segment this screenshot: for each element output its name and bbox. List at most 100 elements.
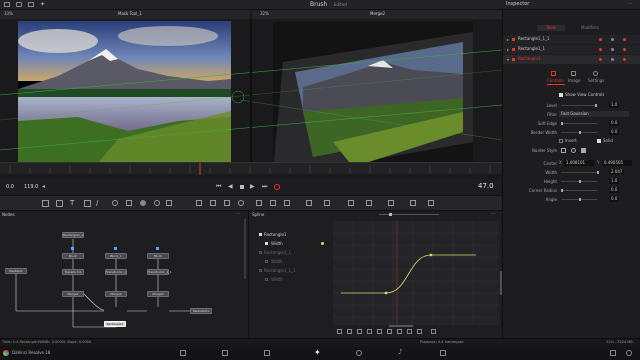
spline-linear-icon[interactable] [347,329,352,334]
ellipse-tool-icon[interactable] [238,200,244,206]
light-tool-icon[interactable] [410,200,416,206]
level-value[interactable]: 1.0 [609,102,620,108]
particle-tool-icon[interactable] [112,200,118,206]
tree-item-width-3[interactable]: Width [271,278,283,282]
width-value[interactable]: 2.047 [609,169,625,175]
tool-item-lock-dot[interactable] [623,58,626,61]
pen-tool-icon[interactable]: / [96,199,103,207]
subtab-controls[interactable]: Controls [547,79,564,83]
image-tab-icon[interactable] [571,71,576,76]
checkbox-width-2[interactable] [265,260,268,263]
border-width-slider[interactable] [561,131,597,134]
media-pool-icon[interactable] [4,2,10,7]
mask-tool-icon[interactable] [210,200,216,206]
checkbox-width[interactable] [265,242,268,245]
curves-tool-icon[interactable] [166,200,172,206]
height-value[interactable]: 1.0 [609,178,620,184]
tree-item-width-2[interactable]: Width [271,260,283,264]
spline-h-scrollbar[interactable] [389,325,413,327]
level-slider[interactable] [561,104,597,107]
tool-item-lock-dot[interactable] [623,38,626,41]
expand-arrow-icon[interactable]: ▸ [507,37,509,42]
filter-dropdown[interactable]: Fast Gaussian [559,111,629,117]
tree-item-rectangle1-1-1[interactable]: Rectangle1_1_1 [264,269,296,273]
tab-modifiers[interactable]: Modifiers [581,25,599,31]
clips-icon[interactable] [28,2,34,7]
spline-set-key-icon[interactable] [397,329,402,334]
tab-tools[interactable]: Tools [537,25,565,31]
spline-fit-icon[interactable] [387,329,392,334]
width-slider[interactable] [561,171,599,174]
border-width-value[interactable]: 0.0 [609,129,620,135]
color-page-icon[interactable] [356,350,362,356]
go-to-start-icon[interactable]: ⏮ [216,184,222,190]
settings-tab-icon[interactable] [593,71,598,76]
tool-item-color-dot[interactable] [599,38,602,41]
tool-item-color-dot[interactable] [599,48,602,51]
soft-edge-value[interactable]: 0.0 [609,120,620,126]
frame-start-field[interactable]: 0.0 [6,185,14,190]
expand-arrow-icon[interactable]: ▸ [507,47,509,52]
inspector-tool-item-2[interactable]: ▸ Rectangle1_1 [503,45,640,54]
cube-tool-icon[interactable] [428,200,434,206]
angle-slider[interactable] [561,198,597,201]
node-merge2[interactable]: Merge2 [105,291,127,297]
color-corrector-icon[interactable] [154,200,160,206]
text-tool-icon[interactable]: T [70,199,77,207]
center-x-value[interactable]: 1.008101 [564,160,594,166]
node-blur2[interactable]: Blur2 [62,253,84,259]
node-transform1[interactable]: Transform1 [62,269,84,275]
expand-arrow-icon[interactable]: ▾ [507,57,509,62]
checkbox-rectangle1[interactable] [259,233,262,236]
brush-tool-icon[interactable] [84,200,91,207]
3d-merge-tool-icon[interactable] [388,200,394,206]
tree-item-width[interactable]: Width [271,242,283,246]
height-slider[interactable] [561,180,597,183]
spline-time-stretch-icon[interactable] [407,329,412,334]
checkbox-rectangle1-1[interactable] [259,251,262,254]
checkbox-rectangle1-1-1[interactable] [259,269,262,272]
node-blur1-1[interactable]: Blur1_1 [105,253,127,259]
edit-page-icon[interactable] [264,350,270,356]
tree-item-rectangle1[interactable]: Rectangle1 [264,233,286,237]
polygon-tool-icon[interactable] [224,200,230,206]
soft-edge-slider[interactable] [561,122,597,125]
play-icon[interactable]: ▶ [250,184,256,190]
paint-tool-icon[interactable] [56,200,63,207]
node-merge3[interactable]: Merge3 [147,291,169,297]
frame-end-field[interactable]: 119.0 [24,185,38,190]
corner-radius-slider[interactable] [561,189,597,192]
bitmap-tool-icon[interactable] [284,200,290,206]
node-mediain1[interactable]: MediaIn1 [5,268,27,274]
blur-tool-icon[interactable] [140,200,146,206]
window-options-icon[interactable]: ··· [628,2,636,7]
transform-tool-icon[interactable] [126,200,132,206]
fusion-page-icon[interactable]: ✦ [314,349,322,357]
border-style-bevel-icon[interactable] [581,148,586,153]
planar-tool-icon[interactable] [324,200,330,206]
background-tool-icon[interactable] [42,200,49,207]
subtab-image[interactable]: Image [568,79,581,83]
camera-tool-icon[interactable] [348,200,354,206]
inspector-tool-item-1[interactable]: ▸ Rectangle1_1_1 [503,35,640,44]
spline-step-icon[interactable] [357,329,362,334]
subtab-settings[interactable]: Settings [588,79,604,83]
current-frame-readout[interactable]: 47.0 [478,183,494,190]
cut-page-icon[interactable] [222,350,228,356]
spline-edit-icon[interactable] [431,329,436,334]
node-blur1[interactable]: Blur1 [147,253,169,259]
magic-wand-icon[interactable]: ✦ [40,2,46,8]
node-transform1-1-1[interactable]: Transform1_1_1 [147,269,172,275]
tool-item-version-dot[interactable] [611,38,614,41]
invert-checkbox[interactable] [559,139,563,143]
spline-smooth-icon[interactable] [337,329,342,334]
bspline-tool-icon[interactable] [270,200,276,206]
tool-item-version-dot[interactable] [611,58,614,61]
controls-tab-icon[interactable] [551,71,556,76]
node-rectangle1-1[interactable]: Rectangle1_1 [62,232,84,238]
spline-options-icon[interactable]: ··· [491,212,499,217]
border-style-round-icon[interactable] [571,148,576,153]
spline-keyframe-2[interactable] [429,253,433,257]
media-page-icon[interactable] [180,350,186,356]
angle-value[interactable]: 0.0 [609,196,620,202]
